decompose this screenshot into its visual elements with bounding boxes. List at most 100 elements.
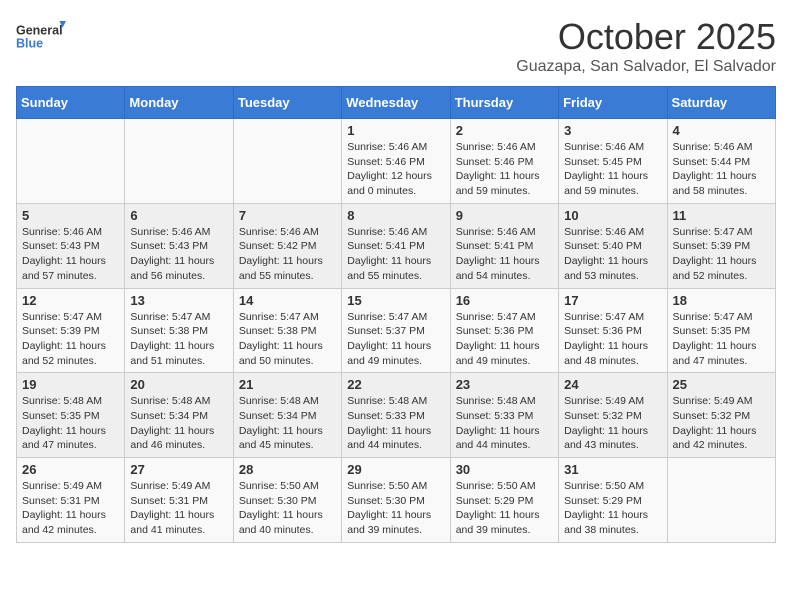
calendar-cell: 18 Sunrise: 5:47 AM Sunset: 5:35 PM Dayli…: [667, 288, 775, 373]
svg-text:Blue: Blue: [16, 37, 43, 51]
calendar-cell: 8Sunrise: 5:46 AM Sunset: 5:41 PM Daylig…: [342, 203, 450, 288]
calendar-cell: 9Sunrise: 5:46 AM Sunset: 5:41 PM Daylig…: [450, 203, 558, 288]
day-info: Sunrise: 5:46 AM Sunset: 5:43 PM Dayligh…: [130, 225, 227, 284]
calendar-week-1: 1 Sunrise: 5:46 AM Sunset: 5:46 PM Daylig…: [17, 119, 776, 204]
day-number: 18: [673, 293, 770, 308]
day-number: 27: [130, 462, 227, 477]
calendar-cell: 12 Sunrise: 5:47 AM Sunset: 5:39 PM Dayli…: [17, 288, 125, 373]
day-info: Sunrise: 5:47 AM Sunset: 5:38 PM Dayligh…: [239, 310, 336, 369]
day-info: Sunrise: 5:50 AM Sunset: 5:30 PM Dayligh…: [239, 479, 336, 538]
day-info: Sunrise: 5:47 AM Sunset: 5:36 PM Dayligh…: [564, 310, 661, 369]
day-number: 28: [239, 462, 336, 477]
day-info: Sunrise: 5:47 AM Sunset: 5:39 PM Dayligh…: [673, 225, 770, 284]
calendar-cell: 11 Sunrise: 5:47 AM Sunset: 5:39 PM Dayli…: [667, 203, 775, 288]
calendar-table: SundayMondayTuesdayWednesdayThursdayFrid…: [16, 86, 776, 543]
day-info: Sunrise: 5:50 AM Sunset: 5:29 PM Dayligh…: [456, 479, 553, 538]
calendar-cell: 19Sunrise: 5:48 AM Sunset: 5:35 PM Dayli…: [17, 373, 125, 458]
day-info: Sunrise: 5:46 AM Sunset: 5:41 PM Dayligh…: [456, 225, 553, 284]
day-info: Sunrise: 5:50 AM Sunset: 5:30 PM Dayligh…: [347, 479, 444, 538]
day-number: 30: [456, 462, 553, 477]
calendar-cell: 17 Sunrise: 5:47 AM Sunset: 5:36 PM Dayli…: [559, 288, 667, 373]
day-number: 7: [239, 208, 336, 223]
day-number: 17: [564, 293, 661, 308]
day-info: Sunrise: 5:47 AM Sunset: 5:35 PM Dayligh…: [673, 310, 770, 369]
day-info: Sunrise: 5:48 AM Sunset: 5:33 PM Dayligh…: [347, 394, 444, 453]
day-header-saturday: Saturday: [667, 87, 775, 119]
day-info: Sunrise: 5:46 AM Sunset: 5:45 PM Dayligh…: [564, 140, 661, 199]
day-number: 16: [456, 293, 553, 308]
calendar-cell: 22 Sunrise: 5:48 AM Sunset: 5:33 PM Dayli…: [342, 373, 450, 458]
day-number: 14: [239, 293, 336, 308]
calendar-cell: [233, 119, 341, 204]
calendar-cell: [667, 458, 775, 543]
day-number: 29: [347, 462, 444, 477]
day-info: Sunrise: 5:46 AM Sunset: 5:46 PM Dayligh…: [456, 140, 553, 199]
calendar-cell: 28 Sunrise: 5:50 AM Sunset: 5:30 PM Dayli…: [233, 458, 341, 543]
day-info: Sunrise: 5:49 AM Sunset: 5:32 PM Dayligh…: [673, 394, 770, 453]
month-title: October 2025: [516, 16, 776, 58]
day-number: 12: [22, 293, 119, 308]
day-number: 3: [564, 123, 661, 138]
day-number: 5: [22, 208, 119, 223]
calendar-week-5: 26 Sunrise: 5:49 AM Sunset: 5:31 PM Dayli…: [17, 458, 776, 543]
location-title: Guazapa, San Salvador, El Salvador: [516, 58, 776, 76]
calendar-cell: 14 Sunrise: 5:47 AM Sunset: 5:38 PM Dayli…: [233, 288, 341, 373]
day-info: Sunrise: 5:47 AM Sunset: 5:39 PM Dayligh…: [22, 310, 119, 369]
calendar-cell: 26 Sunrise: 5:49 AM Sunset: 5:31 PM Dayli…: [17, 458, 125, 543]
day-number: 6: [130, 208, 227, 223]
day-number: 4: [673, 123, 770, 138]
svg-text:General: General: [16, 23, 63, 37]
calendar-cell: 24 Sunrise: 5:49 AM Sunset: 5:32 PM Dayli…: [559, 373, 667, 458]
day-info: Sunrise: 5:47 AM Sunset: 5:36 PM Dayligh…: [456, 310, 553, 369]
day-header-sunday: Sunday: [17, 87, 125, 119]
calendar-cell: 6 Sunrise: 5:46 AM Sunset: 5:43 PM Daylig…: [125, 203, 233, 288]
day-header-thursday: Thursday: [450, 87, 558, 119]
day-info: Sunrise: 5:48 AM Sunset: 5:34 PM Dayligh…: [239, 394, 336, 453]
calendar-week-2: 5 Sunrise: 5:46 AM Sunset: 5:43 PM Daylig…: [17, 203, 776, 288]
day-number: 26: [22, 462, 119, 477]
calendar-cell: 13 Sunrise: 5:47 AM Sunset: 5:38 PM Dayli…: [125, 288, 233, 373]
day-header-tuesday: Tuesday: [233, 87, 341, 119]
logo: General Blue: [16, 16, 66, 56]
day-number: 8: [347, 208, 444, 223]
day-info: Sunrise: 5:47 AM Sunset: 5:38 PM Dayligh…: [130, 310, 227, 369]
calendar-week-4: 19Sunrise: 5:48 AM Sunset: 5:35 PM Dayli…: [17, 373, 776, 458]
calendar-cell: 21Sunrise: 5:48 AM Sunset: 5:34 PM Dayli…: [233, 373, 341, 458]
title-block: October 2025 Guazapa, San Salvador, El S…: [516, 16, 776, 76]
day-header-wednesday: Wednesday: [342, 87, 450, 119]
calendar-cell: 10Sunrise: 5:46 AM Sunset: 5:40 PM Dayli…: [559, 203, 667, 288]
calendar-cell: 1Sunrise: 5:46 AM Sunset: 5:46 PM Daylig…: [342, 119, 450, 204]
calendar-cell: 3 Sunrise: 5:46 AM Sunset: 5:45 PM Daylig…: [559, 119, 667, 204]
day-info: Sunrise: 5:48 AM Sunset: 5:33 PM Dayligh…: [456, 394, 553, 453]
calendar-cell: 5Sunrise: 5:46 AM Sunset: 5:43 PM Daylig…: [17, 203, 125, 288]
day-info: Sunrise: 5:49 AM Sunset: 5:31 PM Dayligh…: [130, 479, 227, 538]
logo-svg: General Blue: [16, 16, 66, 56]
day-info: Sunrise: 5:49 AM Sunset: 5:31 PM Dayligh…: [22, 479, 119, 538]
calendar-cell: 30 Sunrise: 5:50 AM Sunset: 5:29 PM Dayli…: [450, 458, 558, 543]
day-number: 31: [564, 462, 661, 477]
day-info: Sunrise: 5:46 AM Sunset: 5:40 PM Dayligh…: [564, 225, 661, 284]
day-number: 20: [130, 377, 227, 392]
day-number: 13: [130, 293, 227, 308]
day-number: 22: [347, 377, 444, 392]
calendar-cell: 31 Sunrise: 5:50 AM Sunset: 5:29 PM Dayli…: [559, 458, 667, 543]
day-info: Sunrise: 5:46 AM Sunset: 5:42 PM Dayligh…: [239, 225, 336, 284]
calendar-cell: 25Sunrise: 5:49 AM Sunset: 5:32 PM Dayli…: [667, 373, 775, 458]
calendar-week-3: 12 Sunrise: 5:47 AM Sunset: 5:39 PM Dayli…: [17, 288, 776, 373]
calendar-cell: 29 Sunrise: 5:50 AM Sunset: 5:30 PM Dayli…: [342, 458, 450, 543]
day-header-friday: Friday: [559, 87, 667, 119]
day-info: Sunrise: 5:50 AM Sunset: 5:29 PM Dayligh…: [564, 479, 661, 538]
calendar-cell: 23Sunrise: 5:48 AM Sunset: 5:33 PM Dayli…: [450, 373, 558, 458]
calendar-cell: 7 Sunrise: 5:46 AM Sunset: 5:42 PM Daylig…: [233, 203, 341, 288]
calendar-cell: [125, 119, 233, 204]
day-number: 24: [564, 377, 661, 392]
day-number: 15: [347, 293, 444, 308]
calendar-cell: 4Sunrise: 5:46 AM Sunset: 5:44 PM Daylig…: [667, 119, 775, 204]
day-number: 1: [347, 123, 444, 138]
day-number: 11: [673, 208, 770, 223]
calendar-cell: 20Sunrise: 5:48 AM Sunset: 5:34 PM Dayli…: [125, 373, 233, 458]
calendar-cell: 16 Sunrise: 5:47 AM Sunset: 5:36 PM Dayli…: [450, 288, 558, 373]
day-number: 19: [22, 377, 119, 392]
day-number: 2: [456, 123, 553, 138]
day-info: Sunrise: 5:49 AM Sunset: 5:32 PM Dayligh…: [564, 394, 661, 453]
